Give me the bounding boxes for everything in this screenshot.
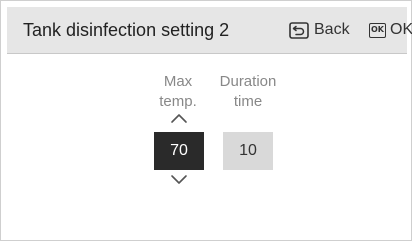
- return-arrow-icon: [289, 21, 309, 39]
- chevron-up-icon[interactable]: [169, 112, 189, 124]
- duration-time-value[interactable]: 10: [223, 132, 273, 170]
- back-label: Back: [314, 21, 350, 38]
- max-temp-value[interactable]: 70: [154, 132, 204, 170]
- ok-button[interactable]: OK OK: [369, 19, 412, 41]
- header-bar: Tank disinfection setting 2 Back OK OK: [7, 7, 412, 54]
- page-title: Tank disinfection setting 2: [23, 20, 230, 40]
- chevron-down-icon[interactable]: [169, 174, 189, 186]
- back-button[interactable]: Back: [289, 19, 350, 41]
- screen-frame: Tank disinfection setting 2 Back OK OK M…: [0, 0, 412, 241]
- max-temp-label: Max temp.: [159, 73, 197, 110]
- ok-key-icon: OK: [369, 22, 386, 38]
- ok-label: OK: [390, 21, 412, 38]
- duration-time-label: Duration time: [219, 73, 277, 110]
